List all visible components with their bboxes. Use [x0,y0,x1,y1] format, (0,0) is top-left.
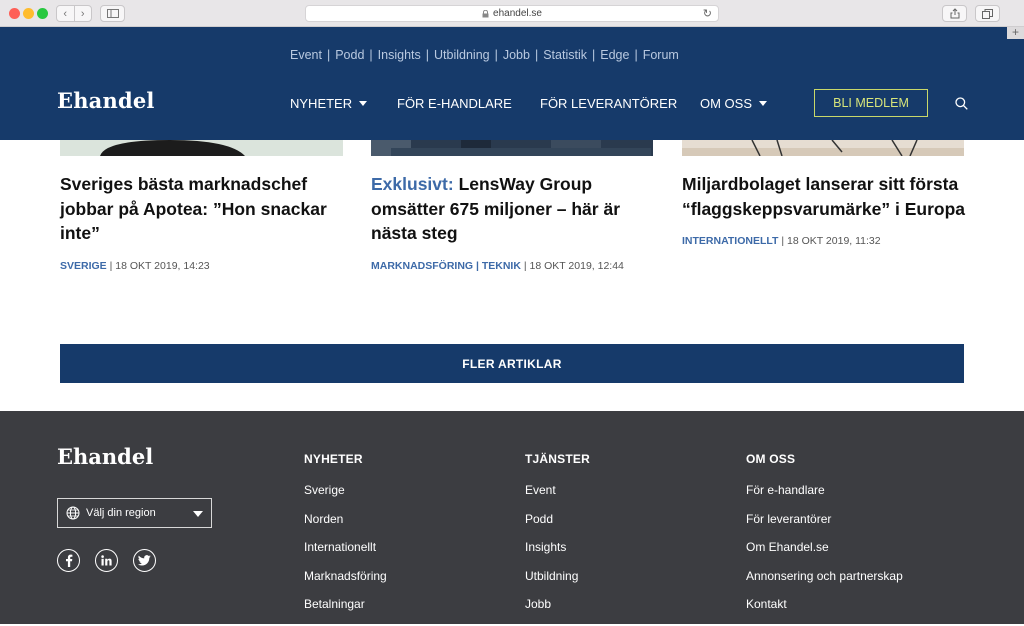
footer-link[interactable]: Marknadsföring [304,569,387,598]
region-select[interactable]: Välj din region [57,498,212,528]
footer-link[interactable]: Event [525,483,590,512]
footer-column-heading: NYHETER [304,452,363,466]
tabs-overview-icon[interactable] [975,5,1000,22]
lock-icon [482,9,489,17]
more-articles-button[interactable]: FLER ARTIKLAR [60,344,964,383]
article-meta: MARKNADSFÖRING | TEKNIK | 18 OKT 2019, 1… [371,259,624,272]
browser-toolbar: ‹ › ehandel.se ↻ [0,0,1024,27]
chevron-down-icon [359,101,368,106]
topnav-utbildning[interactable]: Utbildning [434,48,490,62]
back-arrow-icon[interactable]: ‹ [57,6,75,21]
footer-column-om-oss: OM OSS För e-handlare För leverantörer O… [746,452,903,626]
footer-link[interactable]: Internationellt [304,540,387,569]
article-card[interactable]: Exklusivt: LensWay Group omsätter 675 mi… [371,172,656,272]
footer-link[interactable]: Insights [525,540,590,569]
close-window-button[interactable] [9,8,20,19]
footer-link[interactable]: Annonsering och partnerskap [746,569,903,598]
article-date: 18 OKT 2019, 12:44 [529,259,624,272]
region-select-label: Välj din region [86,507,156,519]
new-tab-icon[interactable]: + [1007,26,1024,39]
footer-link[interactable]: För leverantörer [746,512,903,541]
article-category[interactable]: INTERNATIONELLT [682,235,778,247]
topnav-event[interactable]: Event [290,48,322,62]
footer-link[interactable]: Podd [525,512,590,541]
topnav-edge[interactable]: Edge [600,48,629,62]
twitter-icon[interactable] [133,549,156,572]
reload-icon[interactable]: ↻ [703,7,712,20]
footer-link[interactable]: Jobb [525,597,590,626]
zoom-window-button[interactable] [37,8,48,19]
topnav-podd[interactable]: Podd [335,48,364,62]
linkedin-icon[interactable] [95,549,118,572]
topnav-insights[interactable]: Insights [378,48,421,62]
nav-for-e-handlare[interactable]: FÖR E-HANDLARE [397,96,540,111]
nav-for-leverantorer-label: FÖR LEVERANTÖRER [540,96,678,111]
address-bar[interactable]: ehandel.se ↻ [305,5,719,22]
footer-link[interactable]: Kontakt [746,597,903,626]
footer-link[interactable]: Betalningar [304,597,387,626]
article-image-2[interactable] [371,140,653,156]
share-icon[interactable] [942,5,967,22]
article-meta: SVERIGE | 18 OKT 2019, 14:23 [60,259,210,272]
footer-link[interactable]: Sverige [304,483,387,512]
chevron-down-icon [759,101,768,106]
nav-nyheter-label: NYHETER [290,96,353,111]
footer-column-heading: OM OSS [746,452,796,466]
globe-icon [66,506,80,520]
footer-column-heading: TJÄNSTER [525,452,590,466]
footer-link[interactable]: För e-handlare [746,483,903,512]
article-category[interactable]: MARKNADSFÖRING | TEKNIK [371,260,521,272]
article-card[interactable]: Miljardbolaget lanserar sitt första “fla… [682,172,967,247]
footer-column-tjanster: TJÄNSTER Event Podd Insights Utbildning … [525,452,590,626]
nav-om-oss[interactable]: OM OSS [700,96,768,111]
url-text: ehandel.se [493,8,542,19]
footer-link[interactable]: Om Ehandel.se [746,540,903,569]
nav-om-oss-label: OM OSS [700,96,753,111]
article-image-3[interactable] [682,140,964,156]
top-nav: Event | Podd | Insights | Utbildning | Jobb |… [290,48,679,62]
article-card[interactable]: Sveriges bästa marknadschef jobbar på Ap… [60,172,345,272]
article-date: 18 OKT 2019, 14:23 [115,259,210,272]
site-footer: Ehandel Välj din region NYHETER Sverige … [0,411,1024,624]
nav-for-e-handlare-label: FÖR E-HANDLARE [397,96,512,111]
become-member-button[interactable]: BLI MEDLEM [814,89,928,117]
topnav-statistik[interactable]: Statistik [543,48,587,62]
main-nav: NYHETER FÖR E-HANDLARE FÖR LEVERANTÖRER … [290,96,768,111]
footer-link[interactable]: Norden [304,512,387,541]
article-date: 18 OKT 2019, 11:32 [787,235,881,247]
article-image-1[interactable] [60,140,343,156]
chevron-down-icon [193,511,203,517]
nav-nyheter[interactable]: NYHETER [290,96,397,111]
facebook-icon[interactable] [57,549,80,572]
footer-logo[interactable]: Ehandel [57,444,153,469]
minimize-window-button[interactable] [23,8,34,19]
nav-for-leverantorer[interactable]: FÖR LEVERANTÖRER [540,96,700,111]
article-category[interactable]: SVERIGE [60,260,107,272]
article-meta: INTERNATIONELLT | 18 OKT 2019, 11:32 [682,235,881,247]
article-title[interactable]: Miljardbolaget lanserar sitt första “fla… [682,172,967,221]
article-kicker: Exklusivt: [371,174,454,194]
search-icon[interactable] [955,97,968,110]
article-title[interactable]: Sveriges bästa marknadschef jobbar på Ap… [60,172,345,246]
forward-arrow-icon[interactable]: › [75,6,92,21]
topnav-jobb[interactable]: Jobb [503,48,530,62]
site-logo[interactable]: Ehandel [57,88,155,113]
site-header: Event | Podd | Insights | Utbildning | Jobb |… [0,27,1024,140]
article-title[interactable]: Exklusivt: LensWay Group omsätter 675 mi… [371,172,656,246]
topnav-forum[interactable]: Forum [643,48,679,62]
history-nav: ‹ › [56,5,92,22]
footer-column-nyheter: NYHETER Sverige Norden Internationellt M… [304,452,387,626]
footer-link[interactable]: Utbildning [525,569,590,598]
sidebar-toggle-icon[interactable] [100,5,125,22]
